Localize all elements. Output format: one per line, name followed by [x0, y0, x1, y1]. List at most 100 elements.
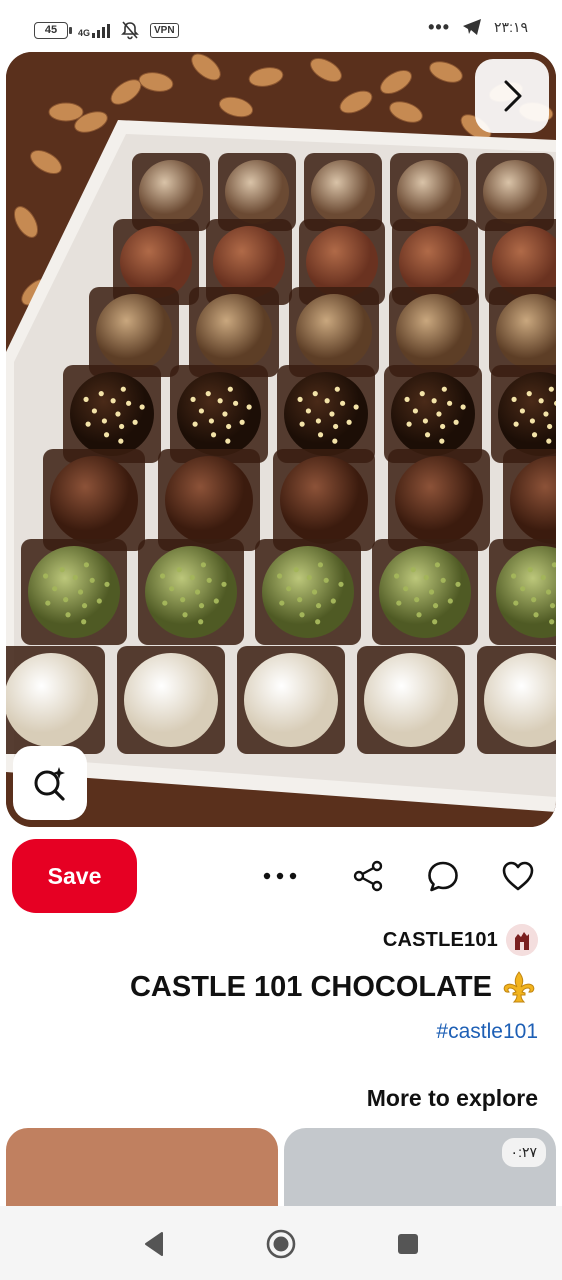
- topping-speck: [440, 577, 446, 583]
- topping-speck: [118, 438, 124, 444]
- topping-speck: [299, 421, 305, 427]
- topping-speck: [453, 419, 459, 425]
- pin-title-row: CASTLE 101 CHOCOLATE: [130, 970, 538, 1004]
- status-overflow: •••: [428, 17, 451, 37]
- topping-speck: [529, 418, 536, 424]
- back-button[interactable]: [136, 1226, 172, 1262]
- topping-speck: [225, 438, 231, 444]
- topping-speck: [546, 438, 552, 444]
- topping-speck: [410, 567, 416, 573]
- topping-speck: [439, 438, 445, 444]
- topping-speck: [511, 396, 517, 402]
- truffle: [296, 294, 372, 370]
- topping-speck: [428, 589, 435, 595]
- comment-icon: [428, 861, 458, 892]
- topping-speck: [162, 600, 168, 606]
- topping-speck: [217, 398, 223, 404]
- truffle: [50, 456, 138, 544]
- topping-speck: [160, 573, 166, 579]
- lens-search-icon: [34, 767, 65, 801]
- topping-speck: [531, 597, 537, 603]
- topping-speck: [198, 603, 205, 609]
- truffle: [483, 160, 547, 224]
- topping-speck: [45, 600, 51, 606]
- truffle: [244, 653, 338, 747]
- topping-speck: [419, 391, 425, 397]
- recents-button[interactable]: [390, 1226, 426, 1262]
- topping-speck: [189, 574, 195, 581]
- truffle: [196, 294, 272, 370]
- pin-image[interactable]: [6, 52, 556, 827]
- visual-search-button[interactable]: [13, 746, 87, 820]
- share-button[interactable]: [347, 855, 389, 897]
- topping-speck: [543, 411, 549, 417]
- topping-speck: [208, 418, 215, 424]
- topping-speck: [519, 408, 526, 414]
- topping-speck: [206, 577, 212, 583]
- back-triangle-icon: [145, 1232, 163, 1256]
- topping-speck: [346, 419, 352, 425]
- topping-speck: [139, 404, 145, 410]
- signal-group: 4G: [78, 22, 111, 38]
- clock: ۲۳:۱۹: [494, 18, 528, 35]
- status-right: ••• ۲۳:۱۹: [428, 18, 528, 36]
- topping-speck: [323, 577, 329, 583]
- topping-speck: [540, 574, 546, 581]
- like-button[interactable]: [497, 855, 539, 897]
- truffle: [145, 546, 237, 638]
- mute-icon: [121, 21, 139, 40]
- creator-row[interactable]: CASTLE101: [383, 924, 538, 956]
- topping-speck: [120, 386, 126, 392]
- topping-speck: [65, 612, 71, 618]
- topping-speck: [460, 404, 466, 410]
- topping-speck: [432, 603, 439, 609]
- more-horizontal-icon: [263, 872, 297, 880]
- topping-speck: [330, 598, 336, 604]
- topping-speck: [549, 603, 556, 609]
- topping-speck: [89, 577, 95, 583]
- topping-speck: [279, 600, 285, 606]
- topping-speck: [441, 386, 447, 392]
- truffle: [364, 653, 458, 747]
- topping-speck: [277, 573, 283, 579]
- more-options-button[interactable]: [259, 855, 301, 897]
- topping-speck: [315, 619, 321, 625]
- topping-speck: [329, 411, 335, 417]
- almond: [48, 102, 84, 122]
- topping-speck: [353, 404, 359, 410]
- truffle: [96, 294, 172, 370]
- topping-speck: [324, 398, 330, 404]
- topping-speck: [198, 619, 204, 625]
- creator-name[interactable]: CASTLE101: [383, 929, 498, 952]
- save-button[interactable]: Save: [12, 839, 137, 913]
- status-bar: 45 4G VPN ••• ۲۳:۱۹: [0, 0, 562, 58]
- topping-speck: [227, 386, 233, 392]
- topping-speck: [190, 396, 196, 402]
- hashtag-link[interactable]: #castle101: [436, 1020, 538, 1044]
- avatar[interactable]: [506, 924, 538, 956]
- topping-speck: [221, 581, 227, 587]
- fleur-de-lis-icon: [503, 971, 535, 1003]
- battery-icon: 45: [34, 21, 72, 39]
- home-button[interactable]: [263, 1226, 299, 1262]
- topping-speck: [299, 612, 305, 618]
- topping-speck: [333, 423, 339, 430]
- topping-speck: [332, 438, 338, 444]
- topping-speck: [91, 408, 98, 414]
- topping-speck: [549, 619, 555, 625]
- topping-speck: [59, 567, 65, 573]
- topping-speck: [404, 396, 410, 402]
- topping-speck: [101, 418, 108, 424]
- topping-speck: [511, 573, 517, 579]
- vpn-badge: VPN: [150, 22, 179, 38]
- topping-speck: [396, 600, 402, 606]
- topping-speck: [416, 612, 422, 618]
- topping-speck: [412, 408, 419, 414]
- truffle: [70, 372, 154, 456]
- topping-speck: [545, 589, 552, 595]
- topping-speck: [315, 603, 322, 609]
- topping-speck: [222, 411, 228, 417]
- topping-speck: [527, 567, 533, 573]
- comment-button[interactable]: [422, 855, 464, 897]
- next-image-button[interactable]: [475, 59, 549, 133]
